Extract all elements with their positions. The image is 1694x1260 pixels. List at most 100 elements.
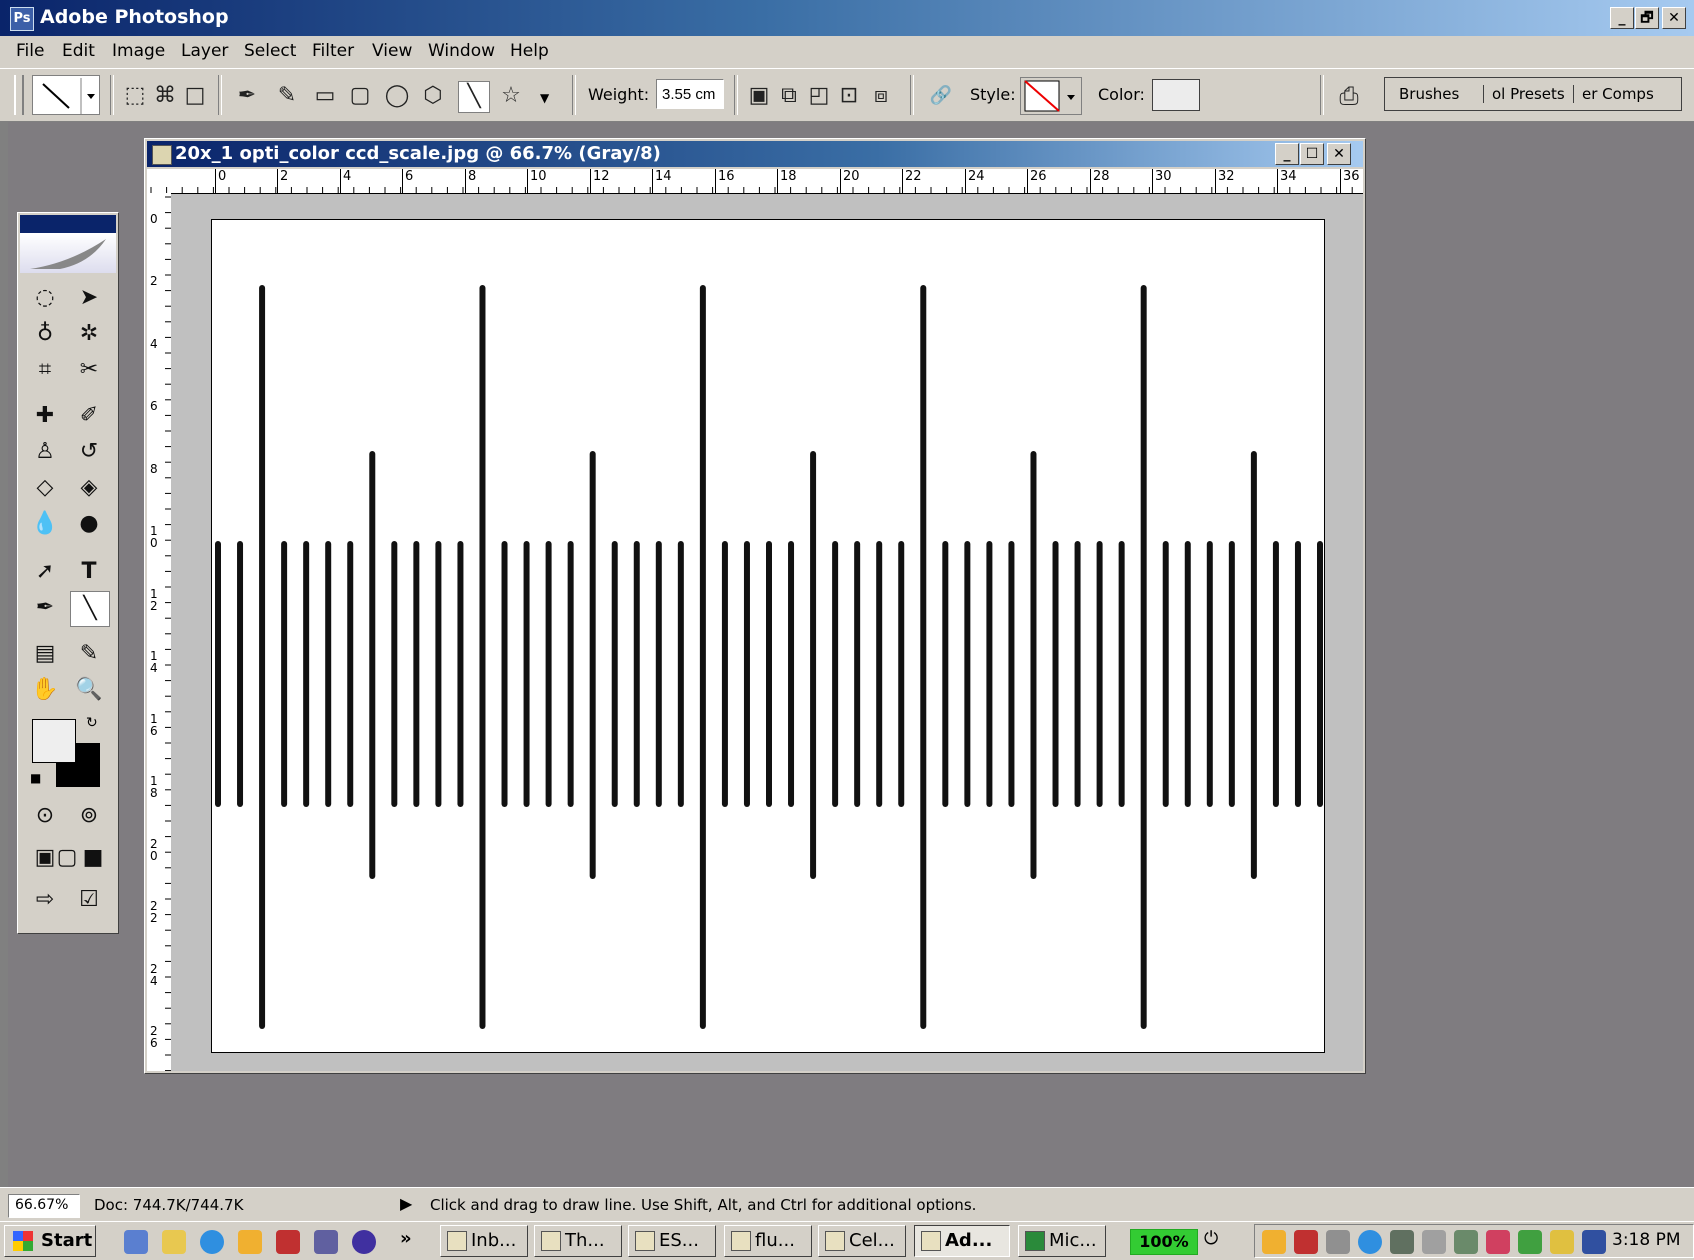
- pen-tool-icon[interactable]: ✒: [26, 591, 64, 625]
- clock[interactable]: 3:18 PM: [1612, 1230, 1681, 1250]
- tray-connection-icon[interactable]: [1486, 1230, 1510, 1254]
- folder-icon[interactable]: [162, 1230, 186, 1254]
- acrobat-icon[interactable]: [276, 1230, 300, 1254]
- type-tool-icon[interactable]: T: [70, 555, 108, 589]
- menu-image[interactable]: Image: [112, 41, 165, 61]
- tray-monitor-icon[interactable]: [1454, 1230, 1478, 1254]
- marquee-tool-icon[interactable]: ◌: [26, 281, 64, 315]
- palette-tab-layer-comps[interactable]: er Comps: [1573, 85, 1654, 103]
- power-plug-icon[interactable]: ⏻: [1204, 1228, 1218, 1249]
- fill-pixels-icon[interactable]: □: [180, 81, 210, 111]
- close-button[interactable]: ✕: [1662, 7, 1686, 29]
- battery-indicator[interactable]: 100%: [1130, 1229, 1198, 1255]
- tray-outlook-icon[interactable]: [1262, 1230, 1286, 1254]
- menu-select[interactable]: Select: [244, 41, 296, 61]
- chevron-down-icon[interactable]: ▼: [540, 91, 549, 105]
- eraser-tool-icon[interactable]: ◇: [26, 471, 64, 505]
- clone-stamp-tool-icon[interactable]: ♙: [26, 435, 64, 469]
- feather-logo-icon[interactable]: [20, 233, 116, 273]
- start-button[interactable]: Start: [4, 1225, 96, 1257]
- menu-window[interactable]: Window: [428, 41, 495, 61]
- app-icon[interactable]: [314, 1230, 338, 1254]
- taskbar-item-es[interactable]: ES...: [628, 1225, 716, 1257]
- menu-help[interactable]: Help: [510, 41, 549, 61]
- foreground-color-swatch[interactable]: [32, 719, 76, 763]
- taskbar-item-adobe-photoshop[interactable]: Ad...: [914, 1225, 1010, 1257]
- ellipse-icon[interactable]: ◯: [382, 81, 412, 111]
- menu-edit[interactable]: Edit: [62, 41, 95, 61]
- intersect-shape-icon[interactable]: ⊡: [834, 81, 864, 111]
- imageready-icon[interactable]: ☑: [70, 883, 108, 917]
- crop-tool-icon[interactable]: ⌗: [26, 353, 64, 387]
- doc-close-button[interactable]: ✕: [1327, 143, 1351, 165]
- menu-file[interactable]: File: [16, 41, 44, 61]
- notes-tool-icon[interactable]: ▤: [26, 637, 64, 671]
- outlook-icon[interactable]: [238, 1230, 262, 1254]
- subtract-shape-icon[interactable]: ◰: [804, 81, 834, 111]
- zoom-field[interactable]: 66.67%: [8, 1194, 80, 1218]
- style-picker[interactable]: [1020, 77, 1082, 115]
- tray-sync-icon[interactable]: [1518, 1230, 1542, 1254]
- jump-to-imageready-icon[interactable]: ⇨: [26, 883, 64, 917]
- link-icon[interactable]: 🔗: [926, 81, 956, 111]
- path-selection-tool-icon[interactable]: ➚: [26, 555, 64, 589]
- minimize-button[interactable]: _: [1610, 7, 1634, 29]
- tray-network-icon[interactable]: [1326, 1230, 1350, 1254]
- quick-mask-mode-icon[interactable]: ⊚: [70, 799, 108, 833]
- custom-shape-icon[interactable]: ☆: [496, 81, 526, 111]
- image-canvas[interactable]: [211, 219, 1325, 1053]
- tray-security-icon[interactable]: [1294, 1230, 1318, 1254]
- taskbar-item-cel[interactable]: Cel...: [818, 1225, 906, 1257]
- menu-filter[interactable]: Filter: [312, 41, 354, 61]
- chevron-more[interactable]: »: [400, 1228, 412, 1249]
- doc-size[interactable]: Doc: 744.7K/744.7K: [94, 1196, 243, 1214]
- media-player-icon[interactable]: [352, 1230, 376, 1254]
- doc-maximize-button[interactable]: ☐: [1300, 143, 1324, 165]
- tray-update-icon[interactable]: [1358, 1230, 1382, 1254]
- healing-brush-tool-icon[interactable]: ✚: [26, 399, 64, 433]
- taskbar-item-inbox[interactable]: Inb...: [440, 1225, 528, 1257]
- tray-computer-icon[interactable]: [1582, 1230, 1606, 1254]
- line-icon[interactable]: ╲: [458, 81, 490, 113]
- status-arrow-icon[interactable]: ▶: [400, 1194, 412, 1213]
- hand-tool-icon[interactable]: ✋: [26, 673, 64, 707]
- document-title-bar[interactable]: 20x_1 opti_color ccd_scale.jpg @ 66.7% (…: [147, 141, 1363, 167]
- zoom-tool-icon[interactable]: 🔍: [70, 673, 108, 707]
- menu-layer[interactable]: Layer: [181, 41, 228, 61]
- add-to-shape-icon[interactable]: ⧉: [774, 81, 804, 111]
- tray-tool-icon[interactable]: [1422, 1230, 1446, 1254]
- magic-wand-tool-icon[interactable]: ✲: [70, 317, 108, 351]
- paths-icon[interactable]: ⌘: [150, 81, 180, 111]
- palette-tab-tool-presets[interactable]: ol Presets: [1483, 85, 1565, 103]
- shape-layers-icon[interactable]: ⬚: [120, 81, 150, 111]
- swap-colors-icon[interactable]: ↻: [86, 715, 98, 731]
- new-shape-layer-icon[interactable]: ▣: [744, 81, 774, 111]
- doc-minimize-button[interactable]: _: [1275, 143, 1299, 165]
- history-brush-tool-icon[interactable]: ↺: [70, 435, 108, 469]
- color-swatch[interactable]: [1152, 79, 1200, 111]
- taskbar-item-flu[interactable]: flu...: [724, 1225, 812, 1257]
- palette-tab-brushes[interactable]: Brushes: [1399, 85, 1459, 103]
- rounded-rectangle-icon[interactable]: ▢: [345, 81, 375, 111]
- tray-pencil-icon[interactable]: [1550, 1230, 1574, 1254]
- file-browser-icon[interactable]: ⎙: [1334, 81, 1364, 111]
- full-screen-mode-icon[interactable]: ■: [74, 841, 112, 875]
- internet-explorer-icon[interactable]: [200, 1230, 224, 1254]
- menu-view[interactable]: View: [372, 41, 412, 61]
- dodge-tool-icon[interactable]: ●: [70, 507, 108, 541]
- taskbar-item-th[interactable]: Th...: [534, 1225, 622, 1257]
- slice-tool-icon[interactable]: ✂: [70, 353, 108, 387]
- exclude-shape-icon[interactable]: ⧈: [866, 81, 896, 111]
- weight-input[interactable]: [656, 79, 724, 109]
- desktop-icon[interactable]: [124, 1230, 148, 1254]
- taskbar-item-mic[interactable]: Mic...: [1018, 1225, 1106, 1257]
- lasso-tool-icon[interactable]: ♁: [26, 317, 64, 351]
- paint-bucket-tool-icon[interactable]: ◈: [70, 471, 108, 505]
- polygon-icon[interactable]: ⬡: [418, 81, 448, 111]
- line-tool-icon[interactable]: ╲: [70, 591, 110, 627]
- move-tool-icon[interactable]: ➤: [70, 281, 108, 315]
- blur-tool-icon[interactable]: 💧: [26, 507, 64, 541]
- pen-icon[interactable]: ✒: [232, 81, 262, 111]
- eyedropper-tool-icon[interactable]: ✎: [70, 637, 108, 671]
- tool-preset-picker[interactable]: [32, 75, 100, 115]
